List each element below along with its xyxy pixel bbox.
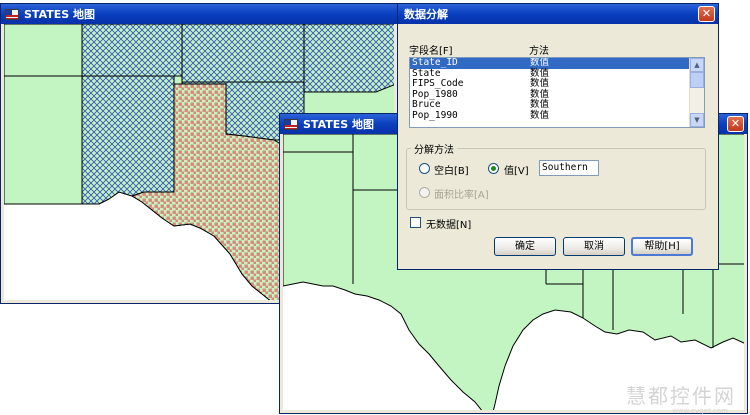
- nodata-label: 无数据[N]: [426, 220, 472, 231]
- state-colorado: [81, 24, 183, 77]
- watermark-url: www.evget.com: [672, 407, 728, 415]
- split-method-title: 分解方法: [411, 141, 457, 156]
- radio-value-label: 值[V]: [504, 166, 529, 177]
- radio-area-ratio[interactable]: [419, 187, 430, 198]
- map-window-back-titlebar[interactable]: STATES 地图: [1, 4, 397, 24]
- map-window-icon: [5, 8, 19, 20]
- field-list-scrollbar[interactable]: ▲ ▼: [689, 58, 704, 127]
- state-missouri: [303, 24, 394, 93]
- list-item[interactable]: Pop_1990 数值: [410, 110, 704, 122]
- field-list[interactable]: State_ID 数值 State 数值 FIPS_Code 数值 Pop_1980 数…: [409, 57, 705, 128]
- method-header: 方法: [529, 46, 549, 57]
- radio-value[interactable]: [488, 163, 499, 174]
- scroll-up-icon[interactable]: ▲: [690, 58, 704, 72]
- scroll-down-icon[interactable]: ▼: [690, 113, 704, 127]
- dialog-titlebar[interactable]: 数据分解 ✕: [398, 4, 718, 24]
- nodata-checkbox[interactable]: [410, 217, 421, 228]
- scroll-thumb[interactable]: [690, 72, 704, 88]
- dialog-close-button[interactable]: ✕: [698, 6, 715, 22]
- state-new-mexico: [81, 75, 175, 205]
- radio-area-ratio-label: 面积比率[A]: [434, 190, 489, 201]
- list-item[interactable]: State_ID 数值: [410, 58, 704, 69]
- cancel-button[interactable]: 取消: [563, 237, 625, 256]
- map-window-icon: [284, 118, 298, 130]
- map-window-front-title: STATES 地图: [303, 118, 375, 131]
- help-button[interactable]: 帮助[H]: [631, 237, 693, 256]
- map-window-front-close-button[interactable]: ✕: [727, 116, 744, 132]
- field-name-header: 字段名[F]: [409, 46, 453, 57]
- radio-blank[interactable]: [419, 163, 430, 174]
- dialog-title: 数据分解: [404, 8, 448, 21]
- data-split-dialog: 数据分解 ✕ 字段名[F] 方法 State_ID 数值 State 数值 FIPS…: [397, 3, 719, 270]
- radio-blank-label: 空白[B]: [434, 166, 469, 177]
- value-input[interactable]: Southern: [539, 160, 599, 176]
- ok-button[interactable]: 确定: [494, 237, 556, 256]
- list-item[interactable]: Pop_1980 数值: [410, 89, 704, 101]
- watermark-text: 慧都控件网: [626, 384, 736, 408]
- state-kansas: [181, 24, 305, 83]
- map-window-back-title: STATES 地图: [24, 8, 96, 21]
